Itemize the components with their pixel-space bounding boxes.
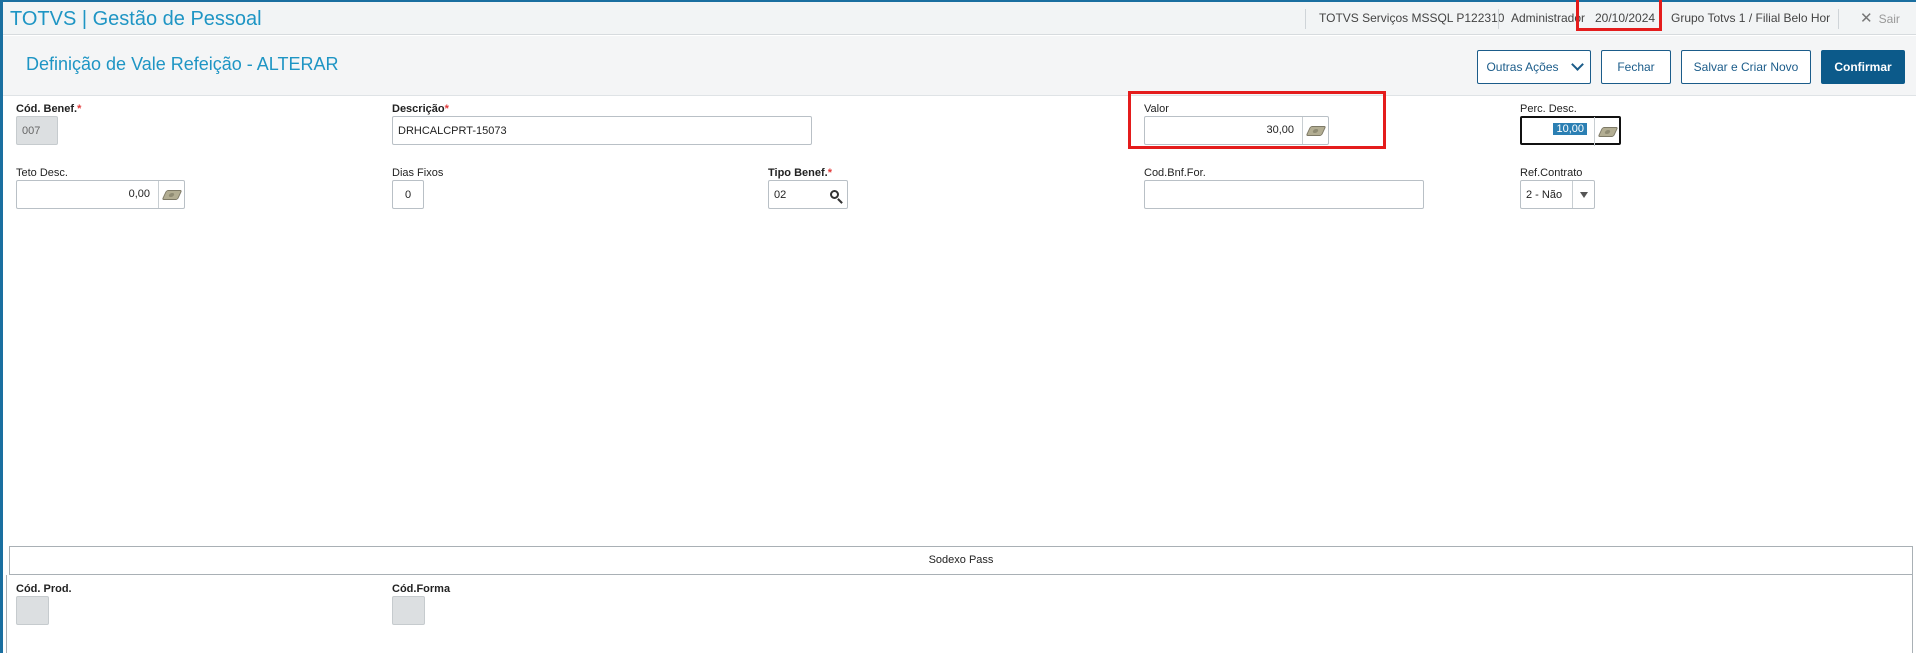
tipo-benef-search-button[interactable] [821,181,847,208]
search-icon [829,190,839,199]
cod-prod-label: Cód. Prod. [16,583,72,595]
perc-desc-field[interactable]: 10,00 [1520,116,1621,146]
ref-contrato-label: Ref.Contrato [1520,167,1583,179]
topbar-separator [1838,9,1839,29]
cod-forma-label: Cód.Forma [392,583,451,595]
cod-forma-field [392,596,425,625]
cod-prod-field [16,596,49,625]
date-highlight-box [1576,0,1662,31]
ref-contrato-dropdown-button[interactable] [1572,181,1594,208]
teto-desc-label: Teto Desc. [16,167,68,179]
chevron-down-icon [1579,191,1588,198]
valor-highlight-box [1128,91,1386,149]
cod-bnf-for-field[interactable] [1144,180,1424,209]
sodexo-section-header: Sodexo Pass [9,546,1913,575]
topbar-separator [1305,9,1306,29]
descricao-label: Descrição* [392,103,449,115]
page-title: Definição de Vale Refeição - ALTERAR [26,54,339,74]
topbar-separator [1498,9,1499,29]
tipo-benef-field[interactable]: 02 [768,180,848,209]
ref-contrato-select[interactable]: 2 - Não [1520,180,1595,209]
teto-desc-calculator-button[interactable] [158,181,184,208]
sodexo-section [6,575,1913,653]
close-icon: ✕ [1860,10,1873,27]
descricao-field[interactable]: DRHCALCPRT-15073 [392,116,812,145]
cod-benef-field: 007 [16,116,58,145]
environment-label: TOTVS Serviços MSSQL P122310 [1319,11,1505,25]
save-and-new-button[interactable]: Salvar e Criar Novo [1681,50,1811,84]
tipo-benef-label: Tipo Benef.* [768,167,832,179]
cod-bnf-for-label: Cod.Bnf.For. [1144,167,1206,179]
confirm-button[interactable]: Confirmar [1821,50,1905,84]
cod-benef-label: Cód. Benef.* [16,103,82,115]
app-title: TOTVS | Gestão de Pessoal [10,8,262,30]
dias-fixos-field[interactable]: 0 [392,180,424,209]
teto-desc-field[interactable]: 0,00 [16,180,185,209]
dias-fixos-label: Dias Fixos [392,167,444,179]
other-actions-button[interactable]: Outras Ações [1477,50,1591,84]
money-icon [1597,126,1618,137]
page-header: Definição de Vale Refeição - ALTERAR Out… [3,36,1916,96]
perc-desc-label: Perc. Desc. [1520,103,1577,115]
branch-label[interactable]: Grupo Totvs 1 / Filial Belo Hor [1671,2,1830,35]
window-left-border [0,0,3,653]
user-label[interactable]: Administrador [1511,2,1585,35]
other-actions-label: Outras Ações [1486,60,1559,74]
chevron-down-icon [1570,58,1584,71]
exit-label: Sair [1878,12,1900,26]
close-button[interactable]: Fechar [1601,50,1671,84]
money-icon [161,189,182,200]
perc-desc-calculator-button[interactable] [1594,117,1620,146]
exit-button[interactable]: ✕ Sair [1860,2,1900,35]
